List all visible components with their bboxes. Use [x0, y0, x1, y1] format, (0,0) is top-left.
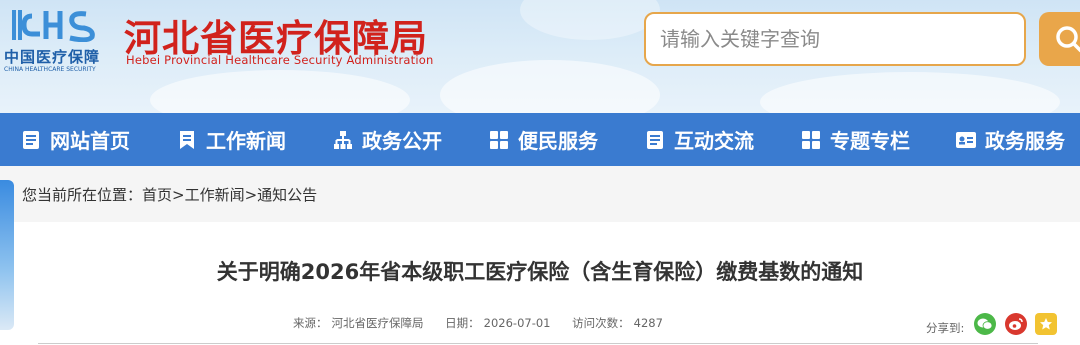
nav-label: 互动交流: [674, 129, 754, 153]
document-icon: [644, 129, 666, 151]
side-banner-image[interactable]: [0, 180, 14, 330]
nav-label: 政务服务: [985, 129, 1065, 153]
sitemap-icon: [332, 129, 354, 151]
source-value: 河北省医疗保障局: [331, 316, 424, 330]
nav-item-home[interactable]: 网站首页: [20, 113, 130, 166]
bookmark-icon: [176, 129, 198, 151]
weibo-share-button[interactable]: [1005, 313, 1027, 335]
divider: [38, 343, 1038, 344]
chs-logo-icon: [12, 10, 95, 42]
search-icon: [1056, 26, 1080, 53]
site-header: 中国医疗保障 CHINA HEALTHCARE SECURITY 河北省医疗保障…: [0, 0, 1080, 113]
nav-label: 便民服务: [518, 129, 598, 153]
article-meta: 来源： 河北省医疗保障局 日期： 2026-07-01 访问次数： 4287: [293, 315, 667, 331]
nav-label: 工作新闻: [206, 129, 286, 153]
search-button[interactable]: [1039, 12, 1080, 66]
site-subtitle: Hebei Provincial Healthcare Security Adm…: [126, 53, 434, 67]
wechat-icon: [977, 318, 993, 330]
share-label: 分享到:: [926, 321, 965, 335]
nav-label: 网站首页: [50, 129, 130, 153]
star-icon: [1040, 318, 1052, 330]
date-value: 2026-07-01: [483, 316, 551, 330]
nav-item-work-news[interactable]: 工作新闻: [176, 113, 286, 166]
main-nav: 网站首页 工作新闻 政务公开 便民服务 互动交流 专题专栏 政务服务: [0, 113, 1080, 166]
nav-item-interaction[interactable]: 互动交流: [644, 113, 754, 166]
views-label: 访问次数：: [572, 316, 630, 330]
nav-item-special-topics[interactable]: 专题专栏: [800, 113, 910, 166]
id-card-icon: [955, 129, 977, 151]
date-label: 日期：: [445, 316, 480, 330]
views-value: 4287: [633, 316, 663, 330]
favorite-share-button[interactable]: [1035, 313, 1057, 335]
breadcrumb-bar: 您当前所在位置：首页>工作新闻>通知公告: [0, 166, 1080, 222]
nav-item-gov-affairs[interactable]: 政务公开: [332, 113, 442, 166]
article-title: 关于明确2026年省本级职工医疗保险（含生育保险）缴费基数的通知: [216, 260, 864, 284]
document-icon: [20, 129, 42, 151]
nav-label: 专题专栏: [830, 129, 910, 153]
logo-english-name: CHINA HEALTHCARE SECURITY: [4, 66, 96, 73]
nav-item-public-services[interactable]: 便民服务: [488, 113, 598, 166]
weibo-icon: [1009, 318, 1023, 330]
grid-icon: [488, 129, 510, 151]
grid-icon: [800, 129, 822, 151]
wechat-share-button[interactable]: [974, 313, 996, 335]
search-input[interactable]: [644, 12, 1026, 66]
nav-item-gov-services[interactable]: 政务服务: [955, 113, 1065, 166]
logo-chinese-name: 中国医疗保障: [4, 48, 101, 66]
nav-label: 政务公开: [362, 129, 442, 153]
source-label: 来源：: [293, 316, 328, 330]
breadcrumb[interactable]: 您当前所在位置：首页>工作新闻>通知公告: [22, 184, 317, 205]
